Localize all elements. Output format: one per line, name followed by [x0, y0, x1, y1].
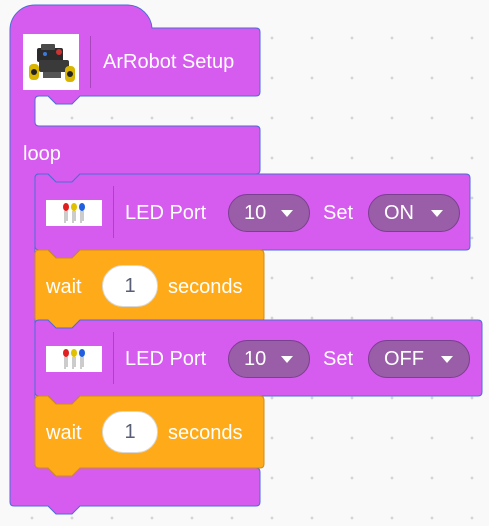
wait-seconds-input-1[interactable]: 1 [102, 265, 158, 307]
wait-label-1: wait [46, 276, 82, 298]
port-dropdown-2[interactable]: 10 [228, 340, 310, 378]
state-dropdown-on[interactable]: ON [368, 194, 460, 232]
wait-seconds-input-2[interactable]: 1 [102, 411, 158, 453]
wait-label-2: wait [46, 422, 82, 444]
led-lights-icon [46, 200, 102, 226]
state-value-on: ON [384, 201, 414, 224]
led-port-label-2: LED Port [125, 348, 207, 370]
chevron-down-icon [431, 210, 443, 217]
port-dropdown-1[interactable]: 10 [228, 194, 310, 232]
state-dropdown-off[interactable]: OFF [368, 340, 470, 378]
setup-label: ArRobot Setup [103, 51, 235, 73]
chevron-down-icon [281, 356, 293, 363]
port-value-2: 10 [244, 347, 267, 370]
led-lights-icon [46, 346, 102, 372]
state-value-off: OFF [384, 347, 424, 370]
loop-label: loop [23, 143, 61, 165]
port-value-1: 10 [244, 201, 267, 224]
robot-car-icon [23, 34, 79, 90]
led-divider-2 [113, 332, 114, 384]
led-divider-1 [113, 186, 114, 238]
seconds-label-2: seconds [168, 422, 243, 444]
setup-divider [90, 36, 91, 88]
chevron-down-icon [281, 210, 293, 217]
set-label-1: Set [323, 202, 354, 224]
chevron-down-icon [441, 356, 453, 363]
led-port-label-1: LED Port [125, 202, 207, 224]
seconds-label-1: seconds [168, 276, 243, 298]
set-label-2: Set [323, 348, 354, 370]
